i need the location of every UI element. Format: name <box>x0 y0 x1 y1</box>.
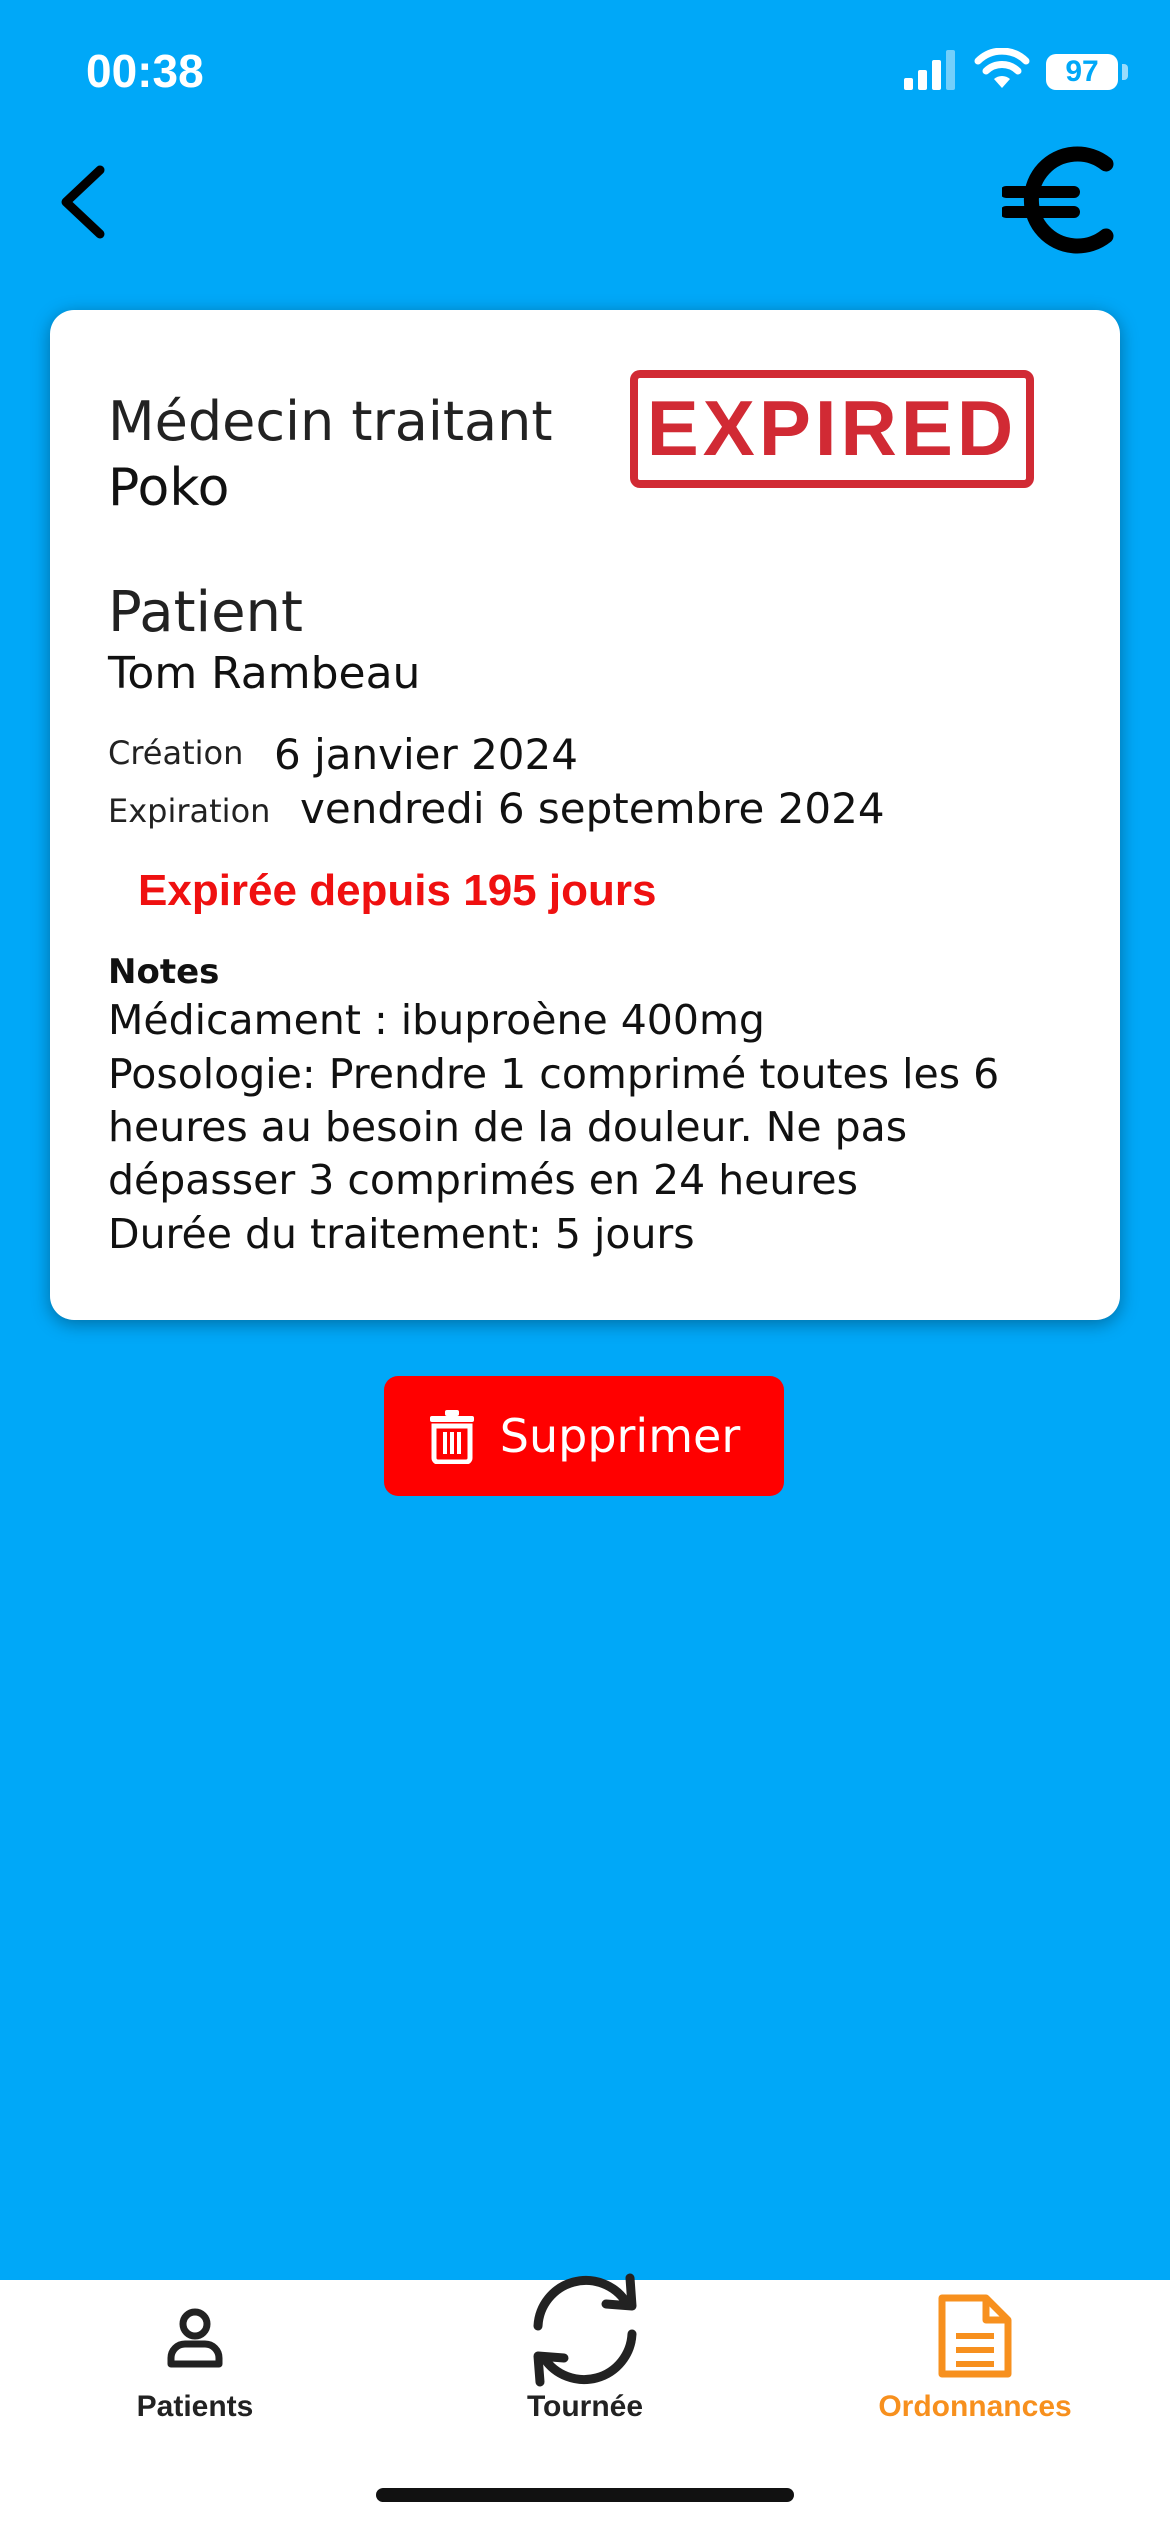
back-button[interactable] <box>50 156 120 248</box>
creation-label: Création <box>108 734 244 772</box>
expired-stamp: EXPIRED <box>630 370 1034 488</box>
document-icon <box>938 2294 1012 2378</box>
expiration-date: vendredi 6 septembre 2024 <box>300 784 885 833</box>
tab-tournee[interactable]: Tournée <box>390 2273 780 2440</box>
tab-patients-label: Patients <box>136 2390 254 2423</box>
notes-line: Médicament : ibuproène 400mg <box>108 996 765 1044</box>
tab-ordonnances[interactable]: Ordonnances <box>780 2280 1170 2440</box>
tab-tournee-label: Tournée <box>526 2390 644 2423</box>
patient-name: Tom Rambeau <box>108 648 421 699</box>
doctor-label: Médecin traitant <box>108 390 553 453</box>
notes-line: Durée du traitement: 5 jours <box>108 1210 695 1258</box>
doctor-name: Poko <box>108 458 230 518</box>
home-indicator[interactable] <box>376 2488 794 2502</box>
tab-patients[interactable]: Patients <box>0 2280 390 2440</box>
battery-icon: 97 <box>1046 54 1118 90</box>
wifi-icon <box>974 48 1030 88</box>
delete-label: Supprimer <box>499 1409 741 1463</box>
status-time: 00:38 <box>86 45 204 97</box>
cellular-signal-icon <box>904 50 955 90</box>
creation-date: 6 janvier 2024 <box>274 730 578 779</box>
prescription-card: Médecin traitant Poko EXPIRED Patient To… <box>50 310 1120 1320</box>
refresh-cycle-icon <box>533 2273 637 2387</box>
notes-line: dépasser 3 comprimés en 24 heures <box>108 1156 858 1204</box>
expired-message: Expirée depuis 195 jours <box>138 866 657 915</box>
expiration-label: Expiration <box>108 792 271 830</box>
trash-icon <box>429 1410 474 1464</box>
status-icons: 97 <box>850 48 1170 98</box>
tab-ordonnances-label: Ordonnances <box>878 2390 1072 2423</box>
chevron-left-icon <box>61 165 105 239</box>
person-icon <box>167 2308 223 2368</box>
notes-label: Notes <box>108 952 220 992</box>
battery-cap <box>1122 64 1128 80</box>
patient-label: Patient <box>108 580 303 645</box>
notes-line: Posologie: Prendre 1 comprimé toutes les… <box>108 1050 1000 1098</box>
notes-line: heures au besoin de la douleur. Ne pas <box>108 1103 908 1151</box>
delete-button[interactable]: Supprimer <box>384 1376 784 1496</box>
billing-button[interactable] <box>1000 140 1122 260</box>
euro-icon <box>1000 146 1114 254</box>
